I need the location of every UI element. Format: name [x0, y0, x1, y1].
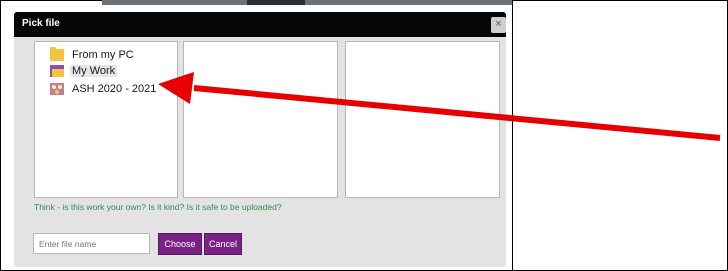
annotation-arrow-head — [158, 72, 194, 104]
annotation-arrow-icon — [158, 72, 721, 141]
annotation-arrow-shaft — [193, 85, 721, 141]
